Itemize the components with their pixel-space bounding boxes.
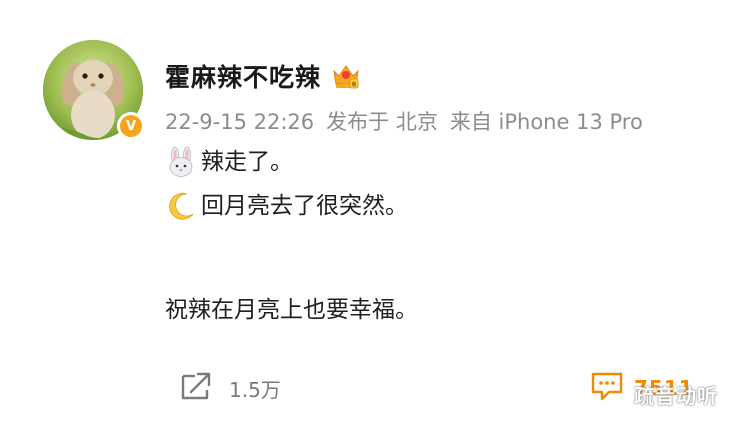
content-text-2: 回月亮去了很突然。 bbox=[201, 193, 408, 219]
rabbit-face-emoji bbox=[165, 146, 197, 178]
repost-count: 1.5万 bbox=[229, 377, 281, 402]
svg-text:6: 6 bbox=[352, 81, 357, 89]
content-text-1: 辣走了。 bbox=[201, 149, 293, 175]
content-line-2: 回月亮去了很突然。 bbox=[165, 184, 418, 228]
content-blank-line bbox=[165, 228, 418, 288]
crown-icon[interactable]: 6 bbox=[331, 62, 361, 90]
post-location: 发布于 北京 bbox=[326, 110, 438, 134]
post-meta: 22-9-15 22:26 发布于 北京 来自 iPhone 13 Pro bbox=[165, 106, 643, 136]
watermark-text: 疏音动听 bbox=[634, 384, 718, 408]
username-row: 霍麻辣不吃辣 6 bbox=[165, 56, 361, 96]
content-line-3: 祝辣在月亮上也要幸福。 bbox=[165, 288, 418, 332]
crescent-moon-emoji bbox=[165, 190, 197, 222]
avatar-container[interactable]: V bbox=[43, 40, 145, 140]
repost-icon bbox=[179, 370, 213, 406]
verified-badge: V bbox=[117, 112, 145, 140]
action-bar: 1.5万 7511 bbox=[0, 368, 740, 408]
post-content: 辣走了。 回月亮去了很突然。 祝辣在月亮上也要幸福。 bbox=[165, 140, 418, 332]
repost-button[interactable]: 1.5万 bbox=[179, 370, 281, 406]
comment-icon bbox=[590, 370, 624, 406]
post-time[interactable]: 22-9-15 22:26 bbox=[165, 110, 314, 134]
content-line-1: 辣走了。 bbox=[165, 140, 418, 184]
username[interactable]: 霍麻辣不吃辣 bbox=[165, 58, 321, 94]
verified-badge-label: V bbox=[120, 115, 142, 137]
content-text-3: 祝辣在月亮上也要幸福。 bbox=[165, 297, 418, 323]
post-source: 来自 iPhone 13 Pro bbox=[449, 110, 643, 134]
weibo-post: V 霍麻辣不吃辣 6 22-9-15 22:26 发布于 北京 来自 iPhone … bbox=[0, 0, 740, 422]
